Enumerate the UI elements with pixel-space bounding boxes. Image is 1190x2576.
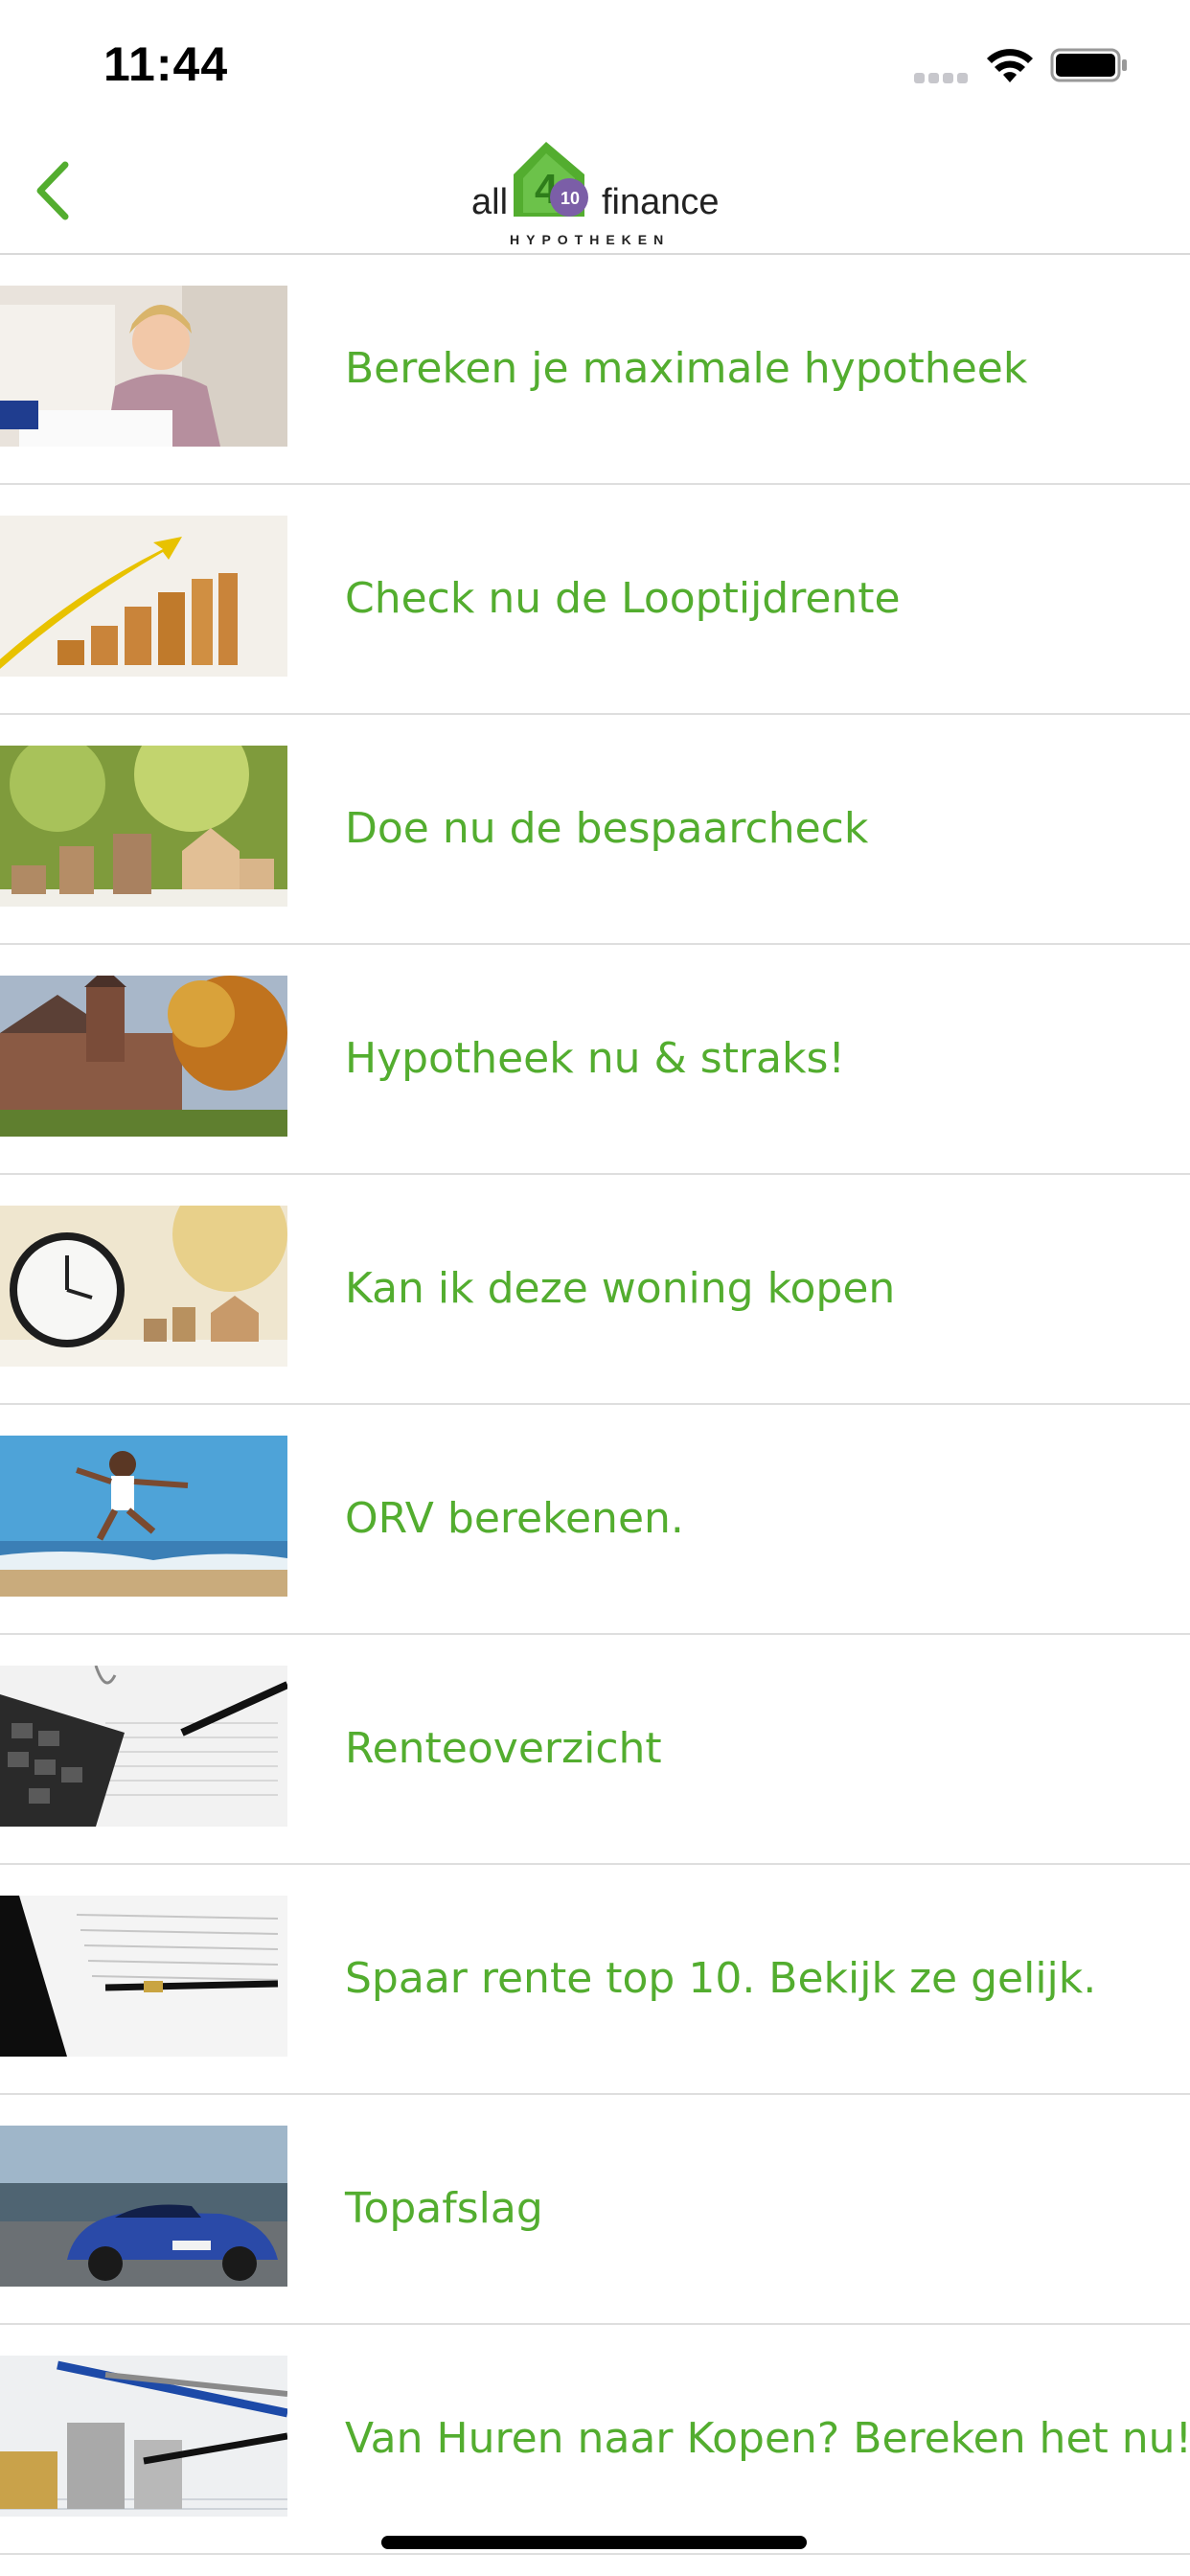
list-item[interactable]: Hypotheek nu & straks! — [0, 945, 1190, 1175]
app-logo: 4 10 all finance HYPOTHEKEN — [468, 140, 726, 247]
calculator-list: Bereken je maximale hypotheek Check nu d… — [0, 255, 1190, 2555]
list-item[interactable]: Kan ik deze woning kopen — [0, 1175, 1190, 1405]
battery-icon — [1050, 48, 1127, 82]
list-item-label: ORV berekenen. — [345, 1494, 684, 1543]
logo-text-left: all — [471, 182, 509, 222]
list-item-label: Doe nu de bespaarcheck — [345, 804, 869, 853]
list-item[interactable]: Check nu de Looptijdrente — [0, 485, 1190, 715]
status-bar: 11:44 — [0, 0, 1190, 126]
castle-photo — [0, 976, 287, 1137]
logo-house-icon: 4 10 — [514, 142, 588, 217]
home-indicator[interactable] — [381, 2536, 807, 2549]
list-item[interactable]: Van Huren naar Kopen? Bereken het nu! — [0, 2325, 1190, 2555]
blue-sports-car-photo — [0, 2126, 287, 2287]
woman-calculating-photo — [0, 286, 287, 447]
back-button[interactable] — [27, 157, 84, 224]
chevron-left-icon — [36, 161, 69, 220]
list-item-label: Spaar rente top 10. Bekijk ze gelijk. — [345, 1954, 1097, 2003]
calculator-and-pen-photo — [0, 1666, 287, 1827]
status-time: 11:44 — [103, 37, 229, 91]
list-item-label: Renteoverzicht — [345, 1724, 662, 1773]
list-item-label: Hypotheek nu & straks! — [345, 1034, 846, 1083]
list-item-label: Bereken je maximale hypotheek — [345, 344, 1028, 393]
wifi-icon — [987, 49, 1033, 82]
list-item[interactable]: Topafslag — [0, 2095, 1190, 2325]
list-item-label: Topafslag — [345, 2184, 543, 2233]
coins-and-house-photo — [0, 746, 287, 907]
list-item[interactable]: ORV berekenen. — [0, 1405, 1190, 1635]
logo-subtitle: HYPOTHEKEN — [510, 232, 671, 247]
signal-icon — [914, 69, 973, 83]
list-item[interactable]: Renteoverzicht — [0, 1635, 1190, 1865]
list-item[interactable]: Doe nu de bespaarcheck — [0, 715, 1190, 945]
growth-chart-blocks-photo — [0, 516, 287, 677]
list-item[interactable]: Spaar rente top 10. Bekijk ze gelijk. — [0, 1865, 1190, 2095]
list-item-label: Van Huren naar Kopen? Bereken het nu! — [345, 2414, 1190, 2463]
list-item-label: Kan ik deze woning kopen — [345, 1264, 896, 1313]
svg-text:10: 10 — [561, 189, 580, 208]
clock-and-coins-photo — [0, 1206, 287, 1367]
list-item-label: Check nu de Looptijdrente — [345, 574, 901, 623]
navigation-bar: 4 10 all finance HYPOTHEKEN — [0, 126, 1190, 255]
woman-jumping-beach-photo — [0, 1436, 287, 1597]
list-item[interactable]: Bereken je maximale hypotheek — [0, 255, 1190, 485]
coins-and-pens-photo — [0, 2356, 287, 2517]
pen-on-document-photo — [0, 1896, 287, 2057]
logo-text-right: finance — [602, 182, 720, 222]
